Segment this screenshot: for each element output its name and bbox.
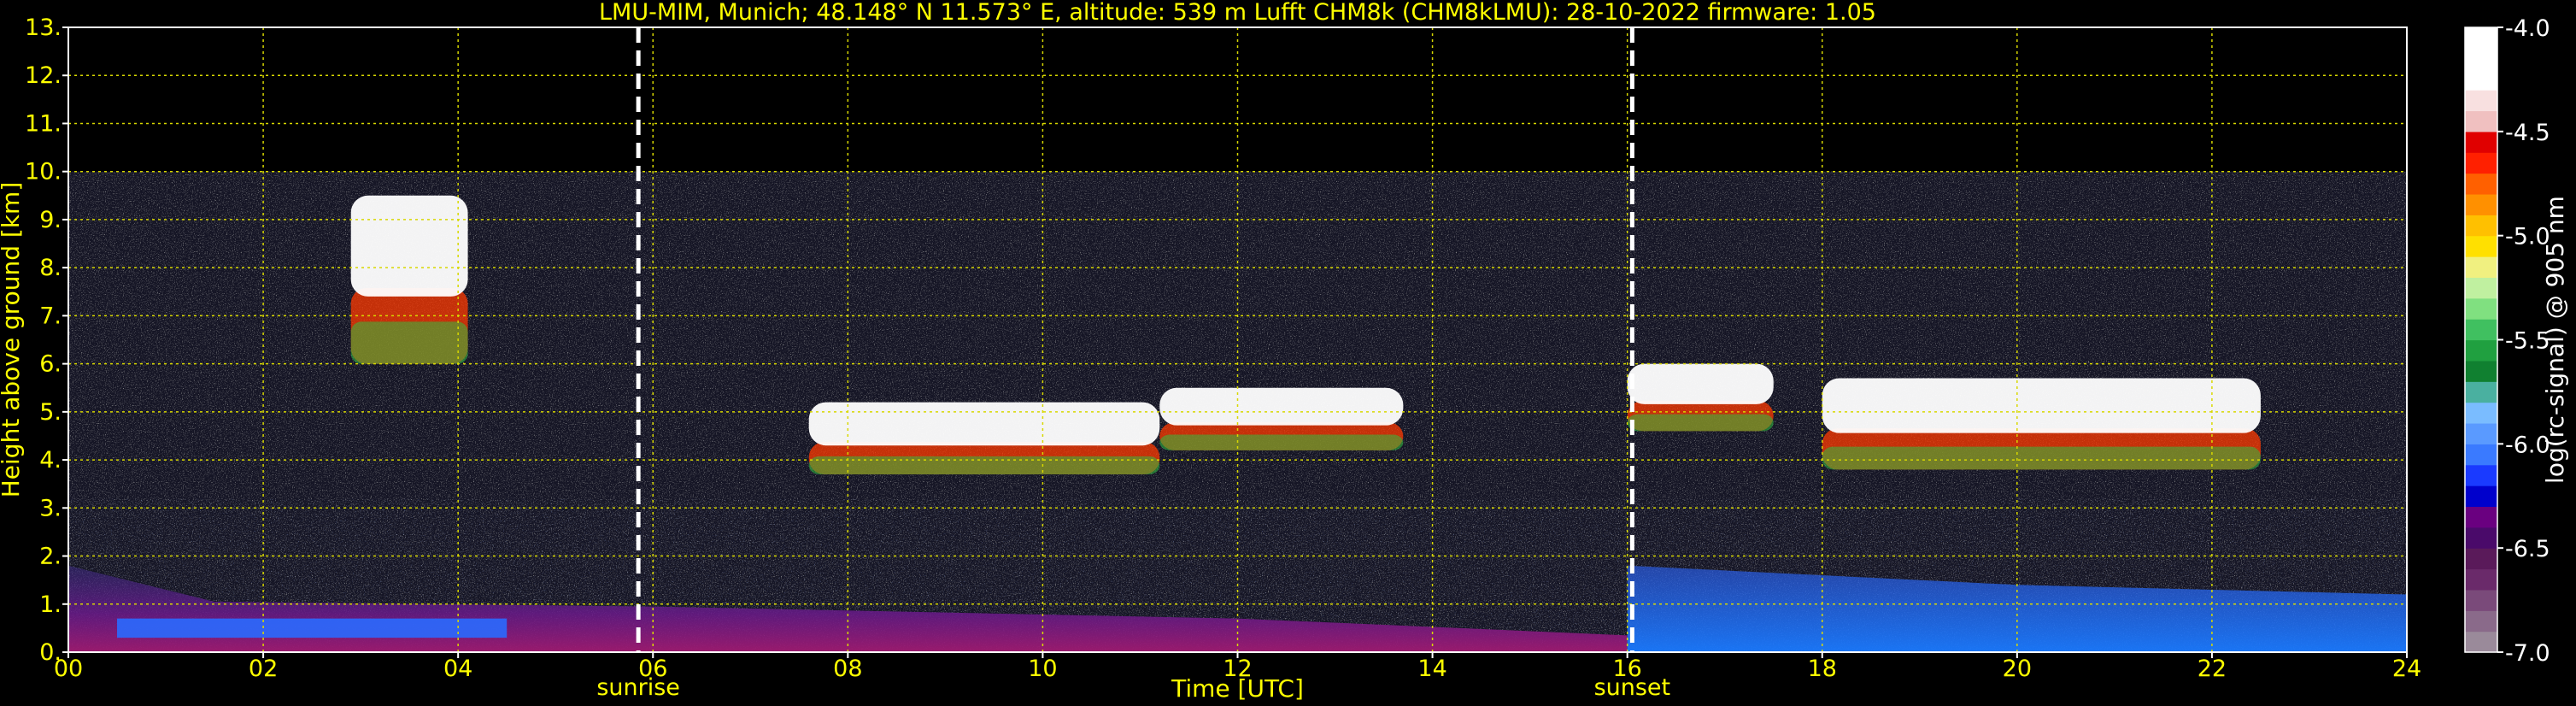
cloud-layer-2 [1159,387,1404,450]
y-tick-label-7: 7. [39,303,62,329]
colorbar-band-6 [2465,506,2497,528]
chart-svg: sunrise sunset 00 02 04 06 08 10 12 14 16 18 20 22 24… [0,0,2569,703]
y-tick-label-12: 12. [25,62,62,89]
y-tick-label-13: 13. [25,15,62,41]
chart-title: LMU-MIM, Munich; 48.148° N 11.573° E, al… [599,0,1876,26]
ceilometer-chart: sunrise sunset 00 02 04 06 08 10 12 14 16 18 20 22 24… [0,0,2576,706]
cloud-core-4 [1822,378,2261,433]
colorbar-tick-label-1: -4.5 [2505,120,2550,146]
x-tick-label-16: 16 [1612,656,1641,682]
y-tick-label-11: 11. [25,110,62,137]
colorbar-band-0 [2465,631,2497,653]
colorbar-tick-label-0: -4.0 [2505,15,2550,42]
y-tick-label-5: 5. [39,399,62,426]
colorbar-band-17 [2465,277,2497,299]
cloud-core-5 [350,195,468,297]
colorbar-band-18 [2465,256,2497,278]
colorbar-band-15 [2465,319,2497,341]
colorbar-band-4 [2465,548,2497,570]
x-tick-label-08: 08 [833,656,862,682]
y-tick-label-6: 6. [39,351,62,378]
colorbar-band-23 [2465,152,2497,174]
colorbar-band-10 [2465,422,2497,444]
y-tick-label-10: 10. [25,159,62,185]
colorbar-band-24 [2465,131,2497,153]
cloud-layer-5 [350,195,468,364]
y-tick-label-2: 2. [39,544,62,570]
y-tick-label-3: 3. [39,495,62,521]
colorbar-band-16 [2465,297,2497,320]
colorbar-band-3 [2465,568,2497,591]
cloud-edge-2 [1159,434,1404,450]
cloud-layer-1 [808,402,1160,474]
residual-layer [117,618,508,638]
colorbar-band-8 [2465,464,2497,486]
y-tick-label-0: 0. [39,639,62,666]
cloud-edge-3 [1627,414,1774,432]
colorbar-band-22 [2465,173,2497,195]
x-tick-label-14: 14 [1417,656,1446,682]
x-tick-label-04: 04 [443,656,472,682]
cloud-layer-4 [1822,378,2261,470]
x-tick-label-22: 22 [2198,656,2227,682]
cloud-core-1 [808,402,1160,446]
colorbar-band-9 [2465,444,2497,466]
colorbar-band-12 [2465,381,2497,403]
x-tick-label-18: 18 [1808,656,1837,682]
colorbar-band-5 [2465,527,2497,549]
colorbar-band-21 [2465,193,2497,215]
colorbar: -4.0-4.5-5.0-5.5-6.0-6.5-7.0 [2464,15,2550,667]
y-axis-label: Height above ground [km] [0,182,25,498]
cloud-layer-3 [1627,363,1774,432]
y-tick-label-8: 8. [39,255,62,281]
x-tick-label-24: 24 [2392,656,2421,682]
colorbar-band-28 [2465,48,2497,70]
x-tick-label-02: 02 [249,656,278,682]
cloud-core-2 [1159,387,1404,426]
colorbar-band-11 [2465,402,2497,424]
colorbar-band-27 [2465,68,2497,91]
y-tick-label-9: 9. [39,207,62,233]
x-tick-label-06: 06 [638,656,667,682]
colorbar-band-7 [2465,485,2497,508]
colorbar-band-29 [2465,27,2497,49]
colorbar-band-14 [2465,339,2497,362]
x-tick-label-20: 20 [2003,656,2032,682]
y-tick-label-1: 1. [39,591,62,618]
colorbar-band-20 [2465,215,2497,237]
colorbar-band-2 [2465,589,2497,611]
cloud-core-3 [1627,363,1774,404]
x-tick-label-10: 10 [1028,656,1057,682]
y-tick-label-4: 4. [39,447,62,474]
colorbar-tick-label-6: -7.0 [2505,640,2550,667]
colorbar-band-19 [2465,235,2497,257]
cloud-edge-4 [1822,446,2261,470]
colorbar-label: log(rc-signal) @ 905 nm [2541,196,2569,484]
colorbar-band-26 [2465,90,2497,112]
colorbar-band-13 [2465,360,2497,382]
cloud-edge-1 [808,456,1160,474]
colorbar-band-1 [2465,610,2497,632]
colorbar-band-25 [2465,110,2497,132]
cloud-edge-5 [350,321,468,364]
colorbar-tick-label-5: -6.5 [2505,536,2550,562]
x-axis-label: Time [UTC] [1171,674,1304,703]
